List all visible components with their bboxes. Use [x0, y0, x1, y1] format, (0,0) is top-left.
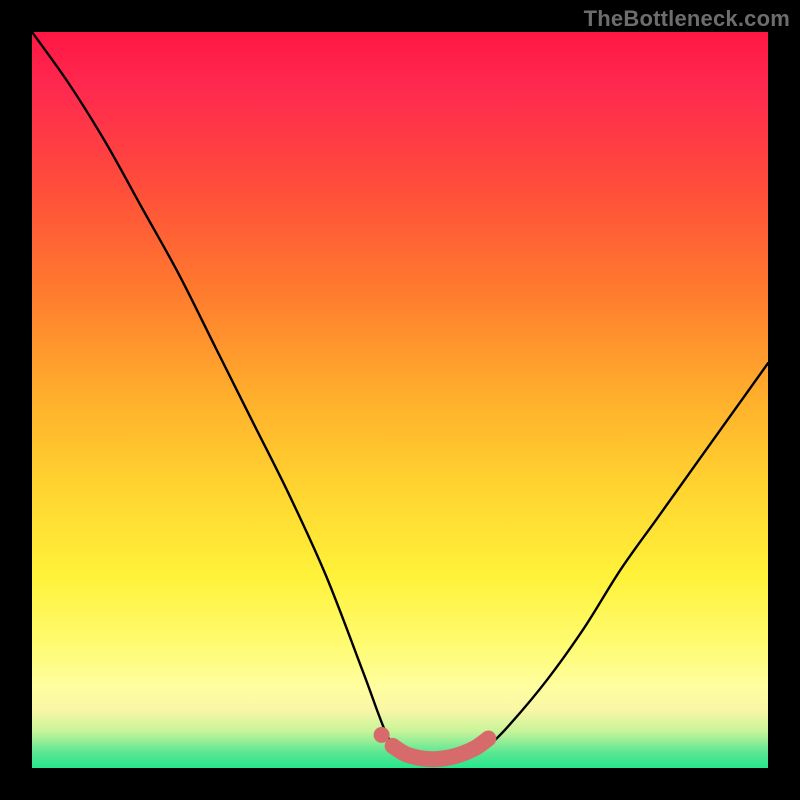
plot-area: [32, 32, 768, 768]
highlight-dot: [374, 727, 390, 743]
highlight-segment: [393, 739, 489, 760]
watermark: TheBottleneck.com: [584, 6, 790, 32]
bottleneck-curve: [32, 32, 768, 762]
curve-layer: [32, 32, 768, 768]
chart-frame: TheBottleneck.com: [0, 0, 800, 800]
